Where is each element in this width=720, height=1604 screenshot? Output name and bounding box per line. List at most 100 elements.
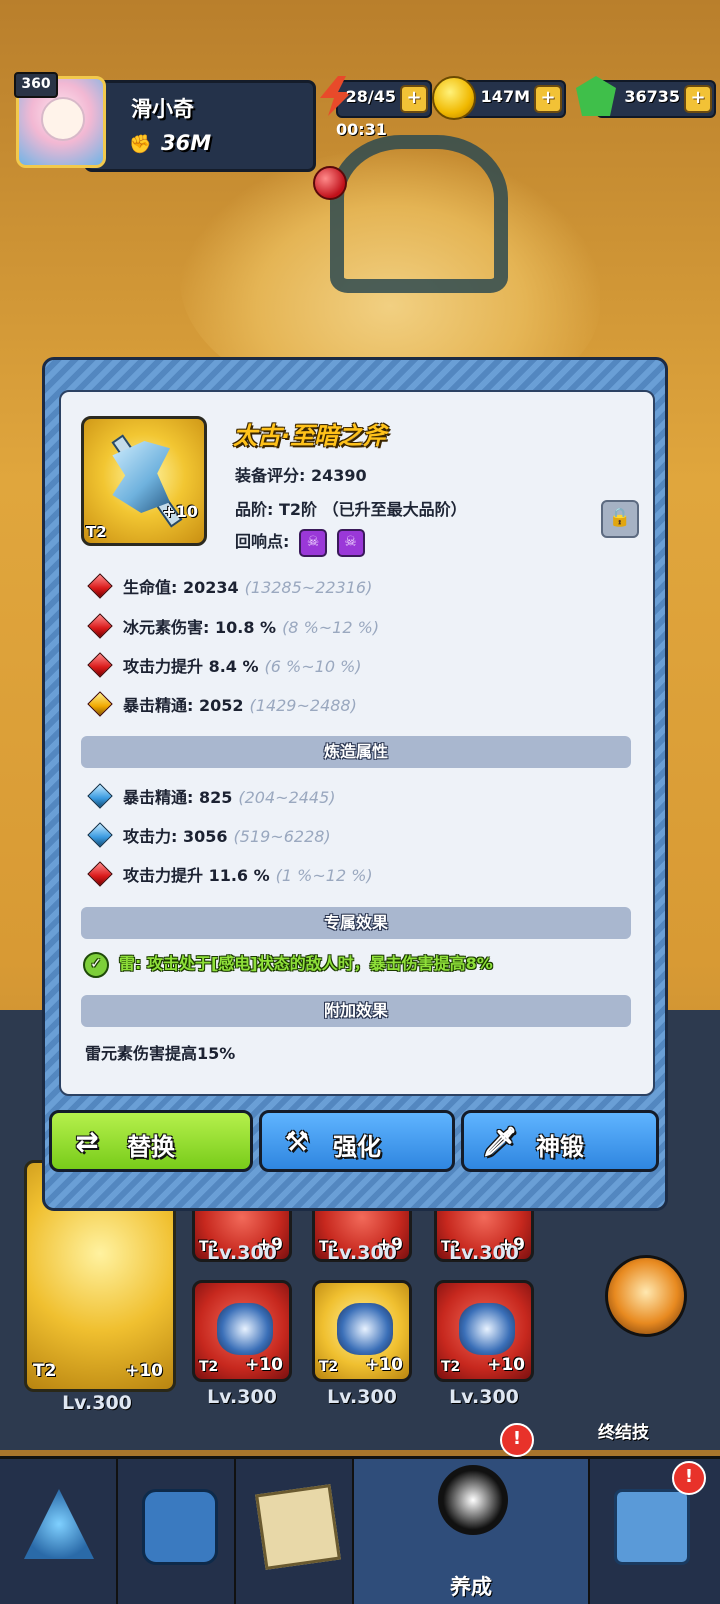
equip-slot-tier: T2: [319, 1359, 339, 1375]
axe-icon: [112, 441, 170, 513]
stat-range: (519~6228): [233, 827, 331, 846]
equip-slot-level: Lv.300: [207, 1242, 277, 1264]
stat-label: 生命值: 20234: [123, 578, 239, 597]
add-energy-button[interactable]: +: [400, 85, 428, 113]
equip-slot-enhance: +10: [365, 1355, 403, 1375]
necklace-icon: [459, 1303, 515, 1355]
energy-value: 28/45: [345, 87, 396, 106]
gauntlet-icon: [217, 1303, 273, 1355]
extra-section-header: 附加效果: [81, 995, 631, 1027]
blue-gem-icon: [87, 783, 113, 809]
stat-row: 冰元素伤害: 10.8 % (8 %~12 %): [85, 613, 380, 644]
item-name: 太古·至暗之斧: [233, 422, 387, 450]
alert-badge: !: [672, 1461, 706, 1495]
coin-value: 147M: [480, 87, 530, 106]
replace-button[interactable]: ⇄ 替换: [49, 1110, 253, 1172]
enhance-button[interactable]: ⚒ 强化: [259, 1110, 455, 1172]
forge-section-header: 炼造属性: [81, 736, 631, 768]
nav-dungeon[interactable]: [118, 1459, 236, 1604]
stat-label: 攻击力提升 8.4 %: [123, 657, 259, 676]
item-score: 装备评分: 24390: [235, 466, 367, 485]
red-gem-icon: [87, 861, 113, 887]
red-gem-icon: [87, 573, 113, 599]
coin-icon: [432, 76, 476, 120]
equip-slot-level: Lv.300: [327, 1242, 397, 1264]
coin-counter: 147M +: [432, 76, 566, 120]
echo-skull-icon: ☠: [298, 528, 327, 557]
stat-range: (1 %~12 %): [275, 866, 373, 885]
name-plate: 滑小奇 ✊ 36M: [84, 80, 316, 172]
gold-gem-icon: [87, 691, 113, 717]
bottom-nav: 养成 ! !: [0, 1423, 720, 1604]
stat-row: 攻击力提升 11.6 % (1 %~12 %): [85, 861, 373, 892]
nav-battle[interactable]: [0, 1459, 118, 1604]
shield-icon: [142, 1489, 218, 1565]
item-detail-panel: T2 +10 太古·至暗之斧 装备评分: 24390 品阶: T2阶 （已升至最…: [59, 390, 655, 1096]
item-tier: T2: [86, 523, 107, 541]
stat-row: 攻击力: 3056 (519~6228): [85, 822, 331, 853]
equip-slot[interactable]: T2 +10: [312, 1280, 412, 1382]
nav-cultivate-label: 养成: [450, 1575, 492, 1599]
echo-skull-icon: ☠: [336, 528, 365, 557]
stat-label: 攻击力提升 11.6 %: [123, 866, 270, 885]
extra-effect-text: 雷元素伤害提高15%: [85, 1044, 236, 1063]
house-icon: [614, 1489, 690, 1565]
add-gems-button[interactable]: +: [684, 85, 712, 113]
player-level-badge: 360: [14, 72, 58, 98]
alert-badge: !: [500, 1423, 534, 1457]
nav-cultivate[interactable]: 养成 !: [354, 1423, 590, 1604]
stat-label: 暴击精通: 825: [123, 788, 233, 807]
divine-forge-button[interactable]: 🗡 神锻: [461, 1110, 659, 1172]
nav-map[interactable]: [236, 1459, 354, 1604]
lock-icon: 🔒: [608, 507, 632, 528]
equip-slot[interactable]: T2 +10: [192, 1280, 292, 1382]
stat-range: (1429~2488): [249, 696, 357, 715]
equip-slot[interactable]: T2 +10: [434, 1280, 534, 1382]
power-fist-icon: ✊: [129, 134, 152, 155]
player-profile[interactable]: 360 滑小奇 ✊ 36M: [14, 72, 316, 172]
main-weapon-enhance: +10: [125, 1361, 163, 1381]
ultimate-skill-orb[interactable]: [605, 1255, 687, 1337]
energy-timer: 00:31: [336, 120, 387, 139]
main-weapon-tier: T2: [33, 1361, 57, 1381]
stat-row: 暴击精通: 2052 (1429~2488): [85, 691, 357, 722]
stat-row: 生命值: 20234 (13285~22316): [85, 573, 372, 604]
player-power: 36M: [161, 131, 212, 155]
gem-counter: 36735 +: [576, 76, 716, 118]
equip-slot-tier: T2: [199, 1359, 219, 1375]
lock-button[interactable]: 🔒: [601, 500, 639, 538]
item-icon-frame: T2 +10: [81, 416, 207, 546]
echo-points-label: 回响点:: [235, 532, 290, 551]
avatar-face: [41, 97, 85, 141]
add-coins-button[interactable]: +: [534, 85, 562, 113]
blue-gem-icon: [87, 822, 113, 848]
replace-button-label: 替换: [127, 1133, 175, 1161]
player-name: 滑小奇: [131, 97, 194, 121]
equip-slot-level: Lv.300: [327, 1386, 397, 1408]
energy-counter: 28/45 +: [320, 76, 432, 118]
equip-slot-level: Lv.300: [449, 1242, 519, 1264]
equip-slot-level: Lv.300: [207, 1386, 277, 1408]
check-icon: ✓: [83, 951, 109, 978]
mountain-icon: [24, 1489, 94, 1559]
exclusive-effect: ✓ 雷: 攻击处于[感电]状态的敌人时，暴击伤害提高8%: [83, 950, 493, 978]
hero-icon: [438, 1465, 508, 1535]
stat-label: 攻击力: 3056: [123, 827, 228, 846]
main-weapon-level: Lv.300: [62, 1392, 132, 1414]
boss-horn-art: [330, 135, 508, 293]
divine-forge-button-label: 神锻: [536, 1133, 584, 1161]
boots-icon: [337, 1303, 393, 1355]
red-gem-icon: [87, 613, 113, 639]
red-gem-icon: [87, 652, 113, 678]
item-enhance-level: +10: [162, 502, 198, 521]
equip-slot-tier: T2: [441, 1359, 461, 1375]
stat-range: (8 %~12 %): [282, 618, 380, 637]
equip-slot-level: Lv.300: [449, 1386, 519, 1408]
stat-label: 冰元素伤害: 10.8 %: [123, 618, 277, 637]
enhance-button-label: 强化: [333, 1133, 381, 1161]
gem-value: 36735: [624, 87, 680, 106]
red-orb-art: [313, 166, 347, 200]
stat-row: 攻击力提升 8.4 % (6 %~10 %): [85, 652, 362, 683]
stat-label: 暴击精通: 2052: [123, 696, 244, 715]
nav-guild[interactable]: !: [590, 1459, 720, 1604]
